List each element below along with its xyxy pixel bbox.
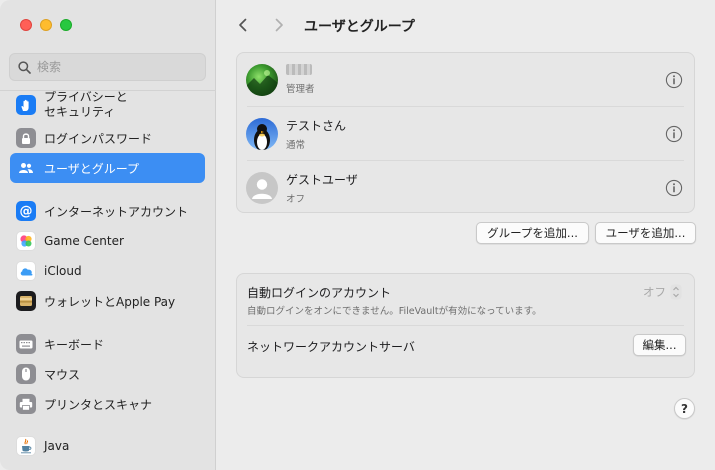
lock-icon [16, 128, 36, 148]
sidebar-item-keyboard[interactable]: キーボード [10, 329, 205, 359]
sidebar-item-label: インターネットアカウント [44, 204, 189, 219]
sidebar-item-label: ログインパスワード [44, 131, 153, 146]
settings-window: プライバシーと セキュリティ ログインパスワード ユーザとグループ @ インター… [0, 0, 715, 470]
sidebar-item-icloud[interactable]: iCloud [10, 256, 205, 286]
chevron-right-icon [275, 18, 283, 32]
sidebar-item-internet-accounts[interactable]: @ インターネットアカウント [10, 196, 205, 226]
sidebar-item-login-password[interactable]: ログインパスワード [10, 123, 205, 153]
java-icon [16, 436, 36, 456]
user-role: オフ [286, 193, 306, 205]
game-center-icon [16, 231, 36, 251]
traffic-lights [20, 19, 72, 31]
at-icon: @ [16, 201, 36, 221]
updown-chevron-icon [670, 284, 682, 300]
network-server-title: ネットワークアカウントサーバ [247, 340, 415, 354]
sidebar-item-label: ユーザとグループ [44, 161, 140, 176]
user-role: 管理者 [286, 84, 315, 95]
printer-icon [16, 394, 36, 414]
user-row-admin[interactable]: 管理者 [237, 53, 694, 106]
sidebar-item-label: キーボード [44, 337, 105, 352]
sidebar-item-label: iCloud [44, 264, 82, 278]
sidebar-item-label: プリンタとスキャナ [44, 397, 153, 412]
search-icon [18, 60, 31, 74]
sidebar-item-label: ウォレットとApple Pay [44, 294, 176, 309]
wallet-icon [16, 291, 36, 311]
add-group-button[interactable]: グループを追加... [476, 222, 589, 244]
sidebar-item-wallet[interactable]: ウォレットとApple Pay [10, 286, 205, 316]
info-icon[interactable] [665, 71, 683, 89]
sidebar-item-mouse[interactable]: マウス [10, 359, 205, 389]
auto-login-value: オフ [643, 285, 666, 299]
redacted-name [286, 64, 312, 75]
zoom-button[interactable] [60, 19, 72, 31]
info-icon[interactable] [665, 179, 683, 197]
sidebar: プライバシーと セキュリティ ログインパスワード ユーザとグループ @ インター… [0, 0, 216, 470]
sidebar-item-users-groups[interactable]: ユーザとグループ [10, 153, 205, 183]
search-input[interactable] [37, 60, 187, 74]
users-list-card: 管理者 テストさん 通常 ゲストユーザ オフ [236, 52, 695, 213]
user-row-test[interactable]: テストさん 通常 [237, 107, 694, 160]
login-options-card: 自動ログインのアカウント 自動ログインをオンにできません。FileVaultが有… [236, 273, 695, 378]
sidebar-item-privacy[interactable]: プライバシーと セキュリティ [10, 88, 205, 122]
edit-button[interactable]: 編集... [633, 334, 686, 356]
hand-icon [16, 95, 36, 115]
auto-login-description: 自動ログインをオンにできません。FileVaultが有効になっています。 [247, 306, 542, 317]
info-icon[interactable] [665, 125, 683, 143]
sidebar-item-label: Game Center [44, 234, 124, 248]
forward-button[interactable] [269, 14, 289, 36]
auto-login-title: 自動ログインのアカウント [247, 286, 392, 300]
sidebar-item-game-center[interactable]: Game Center [10, 226, 205, 256]
main-content: ユーザとグループ 管理者 テストさん 通常 ゲストユーザ オフ グループを追加.… [216, 0, 715, 470]
auto-login-popup[interactable]: オフ [643, 284, 682, 300]
add-user-button[interactable]: ユーザを追加... [595, 222, 696, 244]
sidebar-item-label: Java [44, 439, 70, 453]
back-button[interactable] [233, 14, 253, 36]
chevron-left-icon [239, 18, 247, 32]
minimize-button[interactable] [40, 19, 52, 31]
help-button[interactable]: ? [674, 398, 695, 419]
keyboard-icon [16, 334, 36, 354]
sidebar-item-label: プライバシーと セキュリティ [44, 90, 128, 119]
penguin-avatar [246, 117, 278, 150]
user-name [286, 64, 315, 78]
close-button[interactable] [20, 19, 32, 31]
search-field[interactable] [9, 53, 206, 81]
users-icon [16, 158, 36, 178]
row-divider [247, 325, 684, 326]
sidebar-item-java[interactable]: Java [10, 431, 205, 461]
sidebar-item-label: マウス [44, 367, 81, 382]
user-name: テストさん [286, 118, 347, 133]
mouse-icon [16, 364, 36, 384]
generic-person-avatar [246, 171, 278, 204]
green-landscape-avatar [246, 63, 278, 96]
cloud-icon [16, 261, 36, 281]
user-name: ゲストユーザ [286, 172, 358, 187]
page-title: ユーザとグループ [304, 19, 415, 35]
user-role: 通常 [286, 139, 306, 151]
sidebar-item-printers[interactable]: プリンタとスキャナ [10, 389, 205, 419]
user-row-guest[interactable]: ゲストユーザ オフ [237, 161, 694, 214]
